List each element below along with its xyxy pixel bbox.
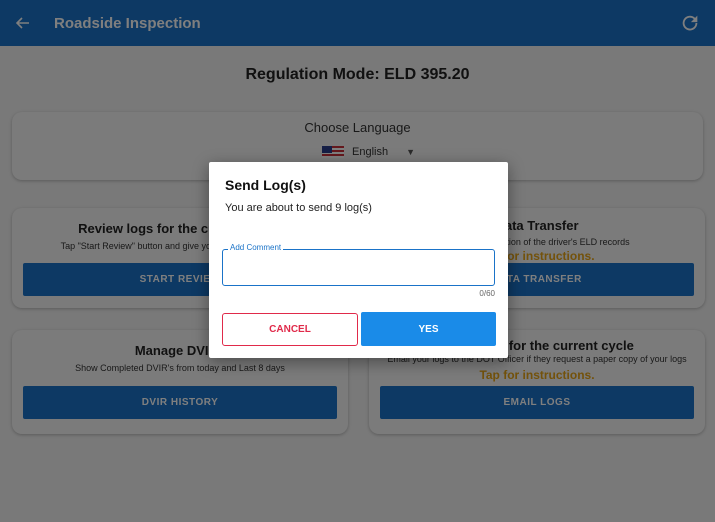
dialog-title: Send Log(s) [225,177,306,193]
yes-button[interactable]: YES [361,312,496,346]
character-counter: 0/60 [479,289,495,298]
comment-label: Add Comment [228,243,284,252]
dialog-message: You are about to send 9 log(s) [225,202,372,214]
cancel-button[interactable]: CANCEL [222,313,358,346]
send-logs-dialog: Send Log(s) You are about to send 9 log(… [209,162,508,358]
comment-field[interactable]: Add Comment [222,243,495,286]
